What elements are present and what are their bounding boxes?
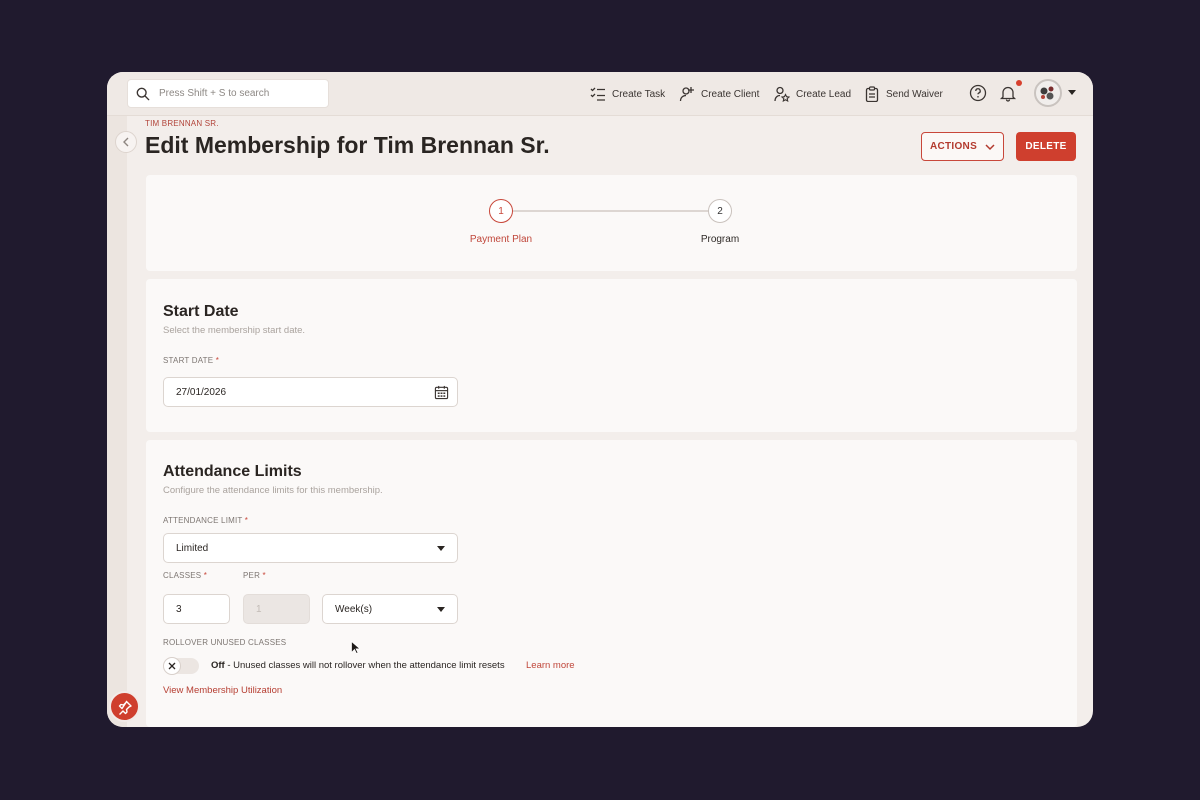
app-window: Create Task Create Client Create Lead Se…: [107, 72, 1093, 727]
notification-dot: [1016, 80, 1022, 86]
add-user-icon: [679, 87, 694, 102]
chevron-down-icon[interactable]: [1068, 90, 1076, 96]
actions-button[interactable]: ACTIONS: [921, 132, 1004, 161]
collapse-button[interactable]: [115, 131, 137, 153]
rollover-status: Off - Unused classes will not rollover w…: [211, 660, 505, 671]
attendance-limit-select[interactable]: Limited: [163, 533, 458, 563]
classes-input[interactable]: [176, 595, 229, 623]
toggle-knob: [163, 657, 181, 675]
caret-down-icon: [437, 607, 445, 612]
page-title: Edit Membership for Tim Brennan Sr.: [145, 132, 550, 158]
classes-label: CLASSES *: [163, 571, 207, 580]
avatar[interactable]: [1034, 79, 1062, 107]
rollover-toggle[interactable]: [163, 657, 199, 675]
classes-label-text: CLASSES: [163, 571, 202, 580]
mouse-cursor-icon: [351, 641, 360, 654]
start-date-subtitle: Select the membership start date.: [163, 325, 306, 336]
start-date-label: START DATE *: [163, 356, 219, 365]
required-mark: *: [203, 571, 208, 580]
attendance-limit-label: ATTENDANCE LIMIT *: [163, 516, 248, 525]
search-input[interactable]: [159, 88, 319, 99]
start-date-card: Start Date Select the membership start d…: [146, 279, 1077, 432]
create-client-label: Create Client: [701, 88, 760, 100]
attendance-title: Attendance Limits: [163, 463, 302, 480]
period-select[interactable]: Week(s): [322, 594, 458, 624]
step-2-label: Program: [700, 234, 740, 245]
delete-label: DELETE: [1025, 141, 1067, 152]
avatar-image: [1036, 81, 1060, 105]
view-utilization-link[interactable]: View Membership Utilization: [163, 685, 282, 696]
caret-down-icon: [437, 546, 445, 551]
per-field: 1: [243, 594, 310, 624]
step-1-label: Payment Plan: [469, 234, 533, 245]
rollover-state: Off: [211, 660, 225, 671]
close-icon: [168, 662, 176, 670]
required-mark: *: [262, 571, 266, 580]
support-button[interactable]: [109, 691, 140, 722]
actions-label: ACTIONS: [929, 141, 978, 152]
attendance-limit-label-text: ATTENDANCE LIMIT: [163, 516, 243, 525]
search-box[interactable]: [127, 79, 329, 108]
chevron-left-icon: [123, 137, 129, 147]
attendance-limit-value: Limited: [176, 542, 209, 554]
per-label-text: PER: [243, 571, 261, 580]
clipboard-icon: [865, 86, 879, 102]
create-client-button[interactable]: Create Client: [679, 84, 759, 104]
bell-icon[interactable]: [999, 84, 1017, 102]
create-lead-button[interactable]: Create Lead: [774, 84, 851, 104]
user-star-icon: [774, 86, 790, 102]
start-date-label-text: START DATE: [163, 356, 214, 365]
period-value: Week(s): [335, 603, 373, 615]
rollover-label: ROLLOVER UNUSED CLASSES: [163, 638, 287, 647]
per-value: 1: [256, 603, 262, 615]
chevron-down-icon: [985, 143, 995, 150]
delete-button[interactable]: DELETE: [1016, 132, 1076, 161]
start-date-field[interactable]: [163, 377, 458, 407]
send-waiver-label: Send Waiver: [886, 88, 943, 100]
start-date-title: Start Date: [163, 303, 239, 320]
attendance-subtitle: Configure the attendance limits for this…: [163, 485, 383, 496]
pin-icon: [118, 700, 132, 715]
calendar-icon[interactable]: [434, 385, 449, 400]
start-date-input[interactable]: [176, 378, 457, 406]
breadcrumb[interactable]: TIM BRENNAN SR.: [145, 119, 219, 128]
search-icon: [136, 87, 150, 100]
per-label: PER *: [243, 571, 266, 580]
top-bar: Create Task Create Client Create Lead Se…: [107, 72, 1093, 116]
required-mark: *: [244, 516, 249, 525]
create-task-label: Create Task: [612, 88, 666, 100]
learn-more-link[interactable]: Learn more: [526, 660, 575, 671]
stepper-card: 1 2 Payment Plan Program: [146, 175, 1077, 271]
create-lead-label: Create Lead: [796, 88, 852, 100]
help-icon[interactable]: [969, 84, 987, 102]
rollover-description: - Unused classes will not rollover when …: [224, 660, 505, 671]
side-rail: [107, 116, 127, 727]
classes-field[interactable]: [163, 594, 230, 624]
send-waiver-button[interactable]: Send Waiver: [864, 84, 943, 104]
step-connector: [512, 210, 720, 212]
required-mark: *: [215, 356, 220, 365]
step-1-circle[interactable]: 1: [489, 199, 513, 223]
create-task-button[interactable]: Create Task: [590, 84, 665, 104]
step-2-circle[interactable]: 2: [708, 199, 732, 223]
task-list-icon: [590, 87, 605, 101]
attendance-limits-card: Attendance Limits Configure the attendan…: [146, 440, 1077, 727]
